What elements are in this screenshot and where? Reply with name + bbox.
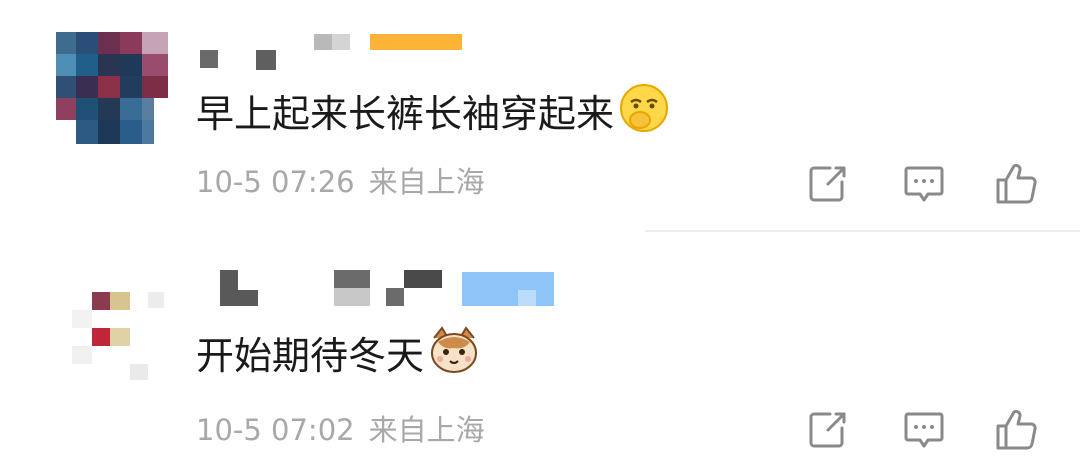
comment-item: 早上起来长裤长袖穿起来 10-5 07:26 来自上海 <box>0 0 1080 232</box>
comment-location: 来自上海 <box>368 165 485 199</box>
comment-date: 10-5 07:26 <box>196 165 355 199</box>
avatar[interactable] <box>72 284 168 380</box>
reply-icon[interactable] <box>902 162 946 206</box>
share-icon[interactable] <box>806 408 850 452</box>
like-icon[interactable] <box>994 408 1038 452</box>
username[interactable] <box>200 34 465 72</box>
comment-actions <box>806 408 1046 456</box>
comment-location: 来自上海 <box>368 413 485 447</box>
comment-actions <box>806 162 1046 210</box>
cat-face-emoji <box>428 324 480 387</box>
comment-meta: 10-5 07:02 来自上海 <box>196 412 485 448</box>
share-icon[interactable] <box>806 162 850 206</box>
comment-meta: 10-5 07:26 来自上海 <box>196 164 485 200</box>
like-icon[interactable] <box>994 162 1038 206</box>
comment-date: 10-5 07:02 <box>196 413 355 447</box>
comment-item: 开始期待冬天 10-5 07:02 来自上海 <box>0 232 1080 450</box>
avatar[interactable] <box>56 32 168 144</box>
reply-icon[interactable] <box>902 408 946 452</box>
username[interactable] <box>200 270 560 310</box>
shy-face-emoji <box>618 82 670 145</box>
comment-text-content: 早上起来长裤长袖穿起来 <box>196 91 615 136</box>
comment-text: 开始期待冬天 <box>196 324 480 387</box>
comment-text-content: 开始期待冬天 <box>196 333 425 378</box>
comment-text: 早上起来长裤长袖穿起来 <box>196 82 670 145</box>
